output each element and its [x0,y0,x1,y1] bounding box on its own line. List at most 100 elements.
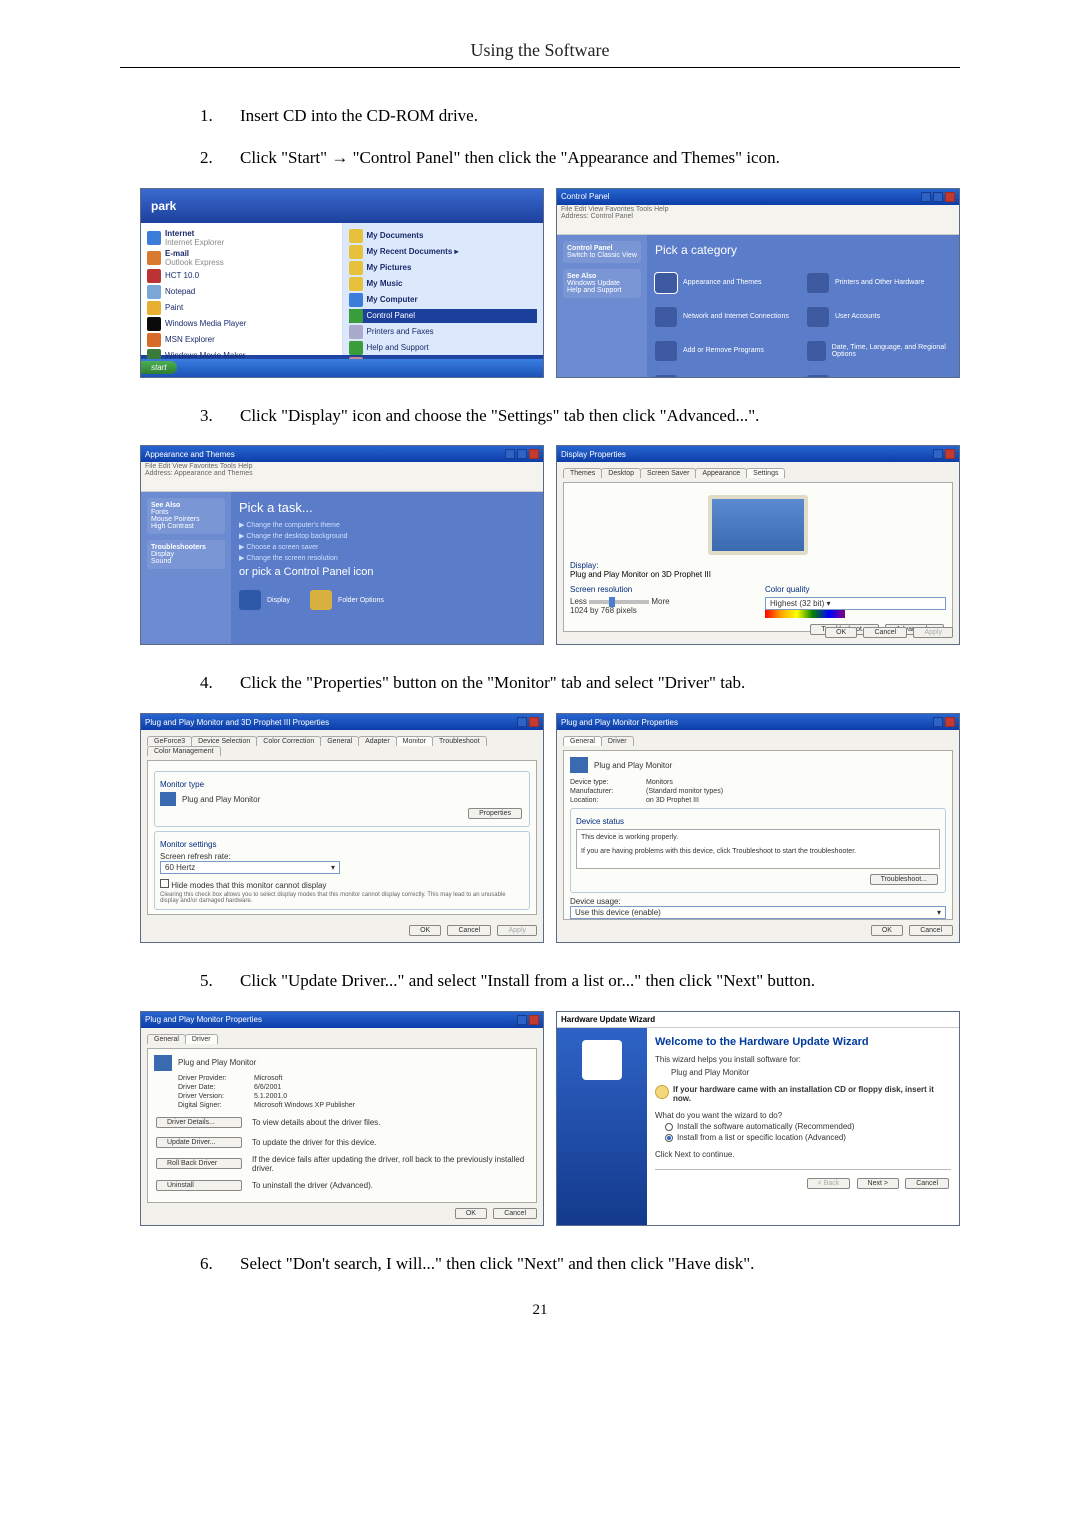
tab-themes[interactable]: Themes [563,468,602,478]
sm-app-wmp[interactable]: Windows Media Player [147,317,336,331]
next-button[interactable]: Next > [857,1178,899,1189]
resolution-slider[interactable] [589,600,649,604]
cat-appearance[interactable]: Appearance and Themes [655,273,799,293]
task-screensaver[interactable]: ▶ Choose a screen saver [239,543,535,551]
step-6: 6. Select "Don't search, I will..." then… [200,1252,960,1276]
help-icon[interactable] [933,717,943,727]
maximize-icon[interactable] [933,192,943,202]
figure-appearance-themes: Appearance and Themes File Edit View Fav… [140,445,544,645]
tab-driver[interactable]: Driver [601,736,634,746]
tab-driver[interactable]: Driver [185,1034,218,1044]
sm-app-notepad[interactable]: Notepad [147,285,336,299]
cat-addremove[interactable]: Add or Remove Programs [655,341,799,361]
sm-app-email[interactable]: E-mailOutlook Express [147,249,336,267]
rollback-button[interactable]: Roll Back Driver [156,1158,242,1169]
close-icon[interactable] [529,1015,539,1025]
sm-app-internet[interactable]: InternetInternet Explorer [147,229,336,247]
tab-colorcorr[interactable]: Color Correction [256,736,321,746]
maximize-icon[interactable] [517,449,527,459]
sm-help[interactable]: Help and Support [349,341,538,355]
cat-sounds[interactable]: Sounds, Speech, and Audio Devices [655,375,799,378]
help-icon[interactable] [517,717,527,727]
sm-my-documents[interactable]: My Documents [349,229,538,243]
task-background[interactable]: ▶ Change the desktop background [239,532,535,540]
hide-modes-checkbox[interactable] [160,879,169,888]
sm-app-msn[interactable]: MSN Explorer [147,333,336,347]
ok-button[interactable]: OK [825,627,857,638]
cp-icon-folder[interactable]: Folder Options [310,590,384,610]
troubleshoot-button[interactable]: Troubleshoot... [870,874,938,885]
radio-list[interactable]: Install from a list or specific location… [665,1133,951,1142]
cancel-button[interactable]: Cancel [447,925,491,936]
close-icon[interactable] [945,192,955,202]
sm-control-panel[interactable]: Control Panel [349,309,538,323]
help-icon[interactable] [517,1015,527,1025]
cancel-button[interactable]: Cancel [863,627,907,638]
wizard-welcome: Welcome to the Hardware Update Wizard [655,1036,951,1049]
update-driver-button[interactable]: Update Driver... [156,1137,242,1148]
properties-button[interactable]: Properties [468,808,522,819]
sm-my-computer[interactable]: My Computer [349,293,538,307]
close-icon[interactable] [945,449,955,459]
radio-auto[interactable]: Install the software automatically (Reco… [665,1122,951,1131]
monitor-icon [570,757,588,773]
cat-datetime[interactable]: Date, Time, Language, and Regional Optio… [807,341,951,361]
cp-icon-display[interactable]: Display [239,590,290,610]
tab-settings[interactable]: Settings [746,468,785,478]
or-pick-icon: or pick a Control Panel icon [239,566,535,578]
cancel-button[interactable]: Cancel [905,1178,949,1189]
tab-troubleshoot2[interactable]: Troubleshoot [432,736,487,746]
tab-general2[interactable]: General [320,736,359,746]
cat-network[interactable]: Network and Internet Connections [655,307,799,327]
tab-general[interactable]: General [563,736,602,746]
minimize-icon[interactable] [921,192,931,202]
sm-printers[interactable]: Printers and Faxes [349,325,538,339]
tab-general[interactable]: General [147,1034,186,1044]
monitor-icon [160,792,176,806]
switch-classic-link[interactable]: Switch to Classic View [567,252,637,259]
cat-printers[interactable]: Printers and Other Hardware [807,273,951,293]
figure-start-menu: park InternetInternet Explorer E-mailOut… [140,188,544,378]
dialog-title: Plug and Play Monitor Properties [145,1015,262,1024]
uninstall-button[interactable]: Uninstall [156,1180,242,1191]
ok-button[interactable]: OK [871,925,903,936]
ok-button[interactable]: OK [409,925,441,936]
close-icon[interactable] [945,717,955,727]
tab-adapter[interactable]: Adapter [358,736,397,746]
help-icon[interactable] [933,449,943,459]
tab-geforce3[interactable]: GeForce3 [147,736,192,746]
step-3: 3. Click "Display" icon and choose the "… [200,404,960,428]
sm-recent-docs[interactable]: My Recent Documents ▸ [349,245,538,259]
cat-users[interactable]: User Accounts [807,307,951,327]
cancel-button[interactable]: Cancel [909,925,953,936]
figure-monitor-general: Plug and Play Monitor Properties General… [556,713,960,943]
tab-desktop[interactable]: Desktop [601,468,641,478]
step-1: 1. Insert CD into the CD-ROM drive. [200,104,960,128]
color-bar [765,610,845,618]
sm-my-pictures[interactable]: My Pictures [349,261,538,275]
task-resolution[interactable]: ▶ Change the screen resolution [239,554,535,562]
color-select[interactable]: Highest (32 bit) ▾ [765,597,946,610]
tab-screensaver[interactable]: Screen Saver [640,468,696,478]
sm-app-hct[interactable]: HCT 10.0 [147,269,336,283]
cat-accessibility[interactable]: Accessibility Options [807,375,951,378]
tab-monitor[interactable]: Monitor [396,736,433,746]
cancel-button[interactable]: Cancel [493,1208,537,1219]
ok-button[interactable]: OK [455,1208,487,1219]
close-icon[interactable] [529,449,539,459]
minimize-icon[interactable] [505,449,515,459]
driver-details-button[interactable]: Driver Details... [156,1117,242,1128]
figure-hardware-wizard: Hardware Update Wizard Welcome to the Ha… [556,1011,960,1226]
tab-devicesel[interactable]: Device Selection [191,736,257,746]
close-icon[interactable] [529,717,539,727]
tab-appearance[interactable]: Appearance [695,468,747,478]
device-usage-select[interactable]: Use this device (enable) ▾ [570,906,946,919]
wizard-graphic [582,1040,622,1080]
refresh-select[interactable]: 60 Hertz ▾ [160,861,340,874]
sm-app-paint[interactable]: Paint [147,301,336,315]
start-button[interactable]: start [141,361,177,374]
sm-my-music[interactable]: My Music [349,277,538,291]
task-theme[interactable]: ▶ Change the computer's theme [239,521,535,529]
tab-colormgmt[interactable]: Color Management [147,746,221,756]
pick-a-task: Pick a task... [239,500,535,515]
